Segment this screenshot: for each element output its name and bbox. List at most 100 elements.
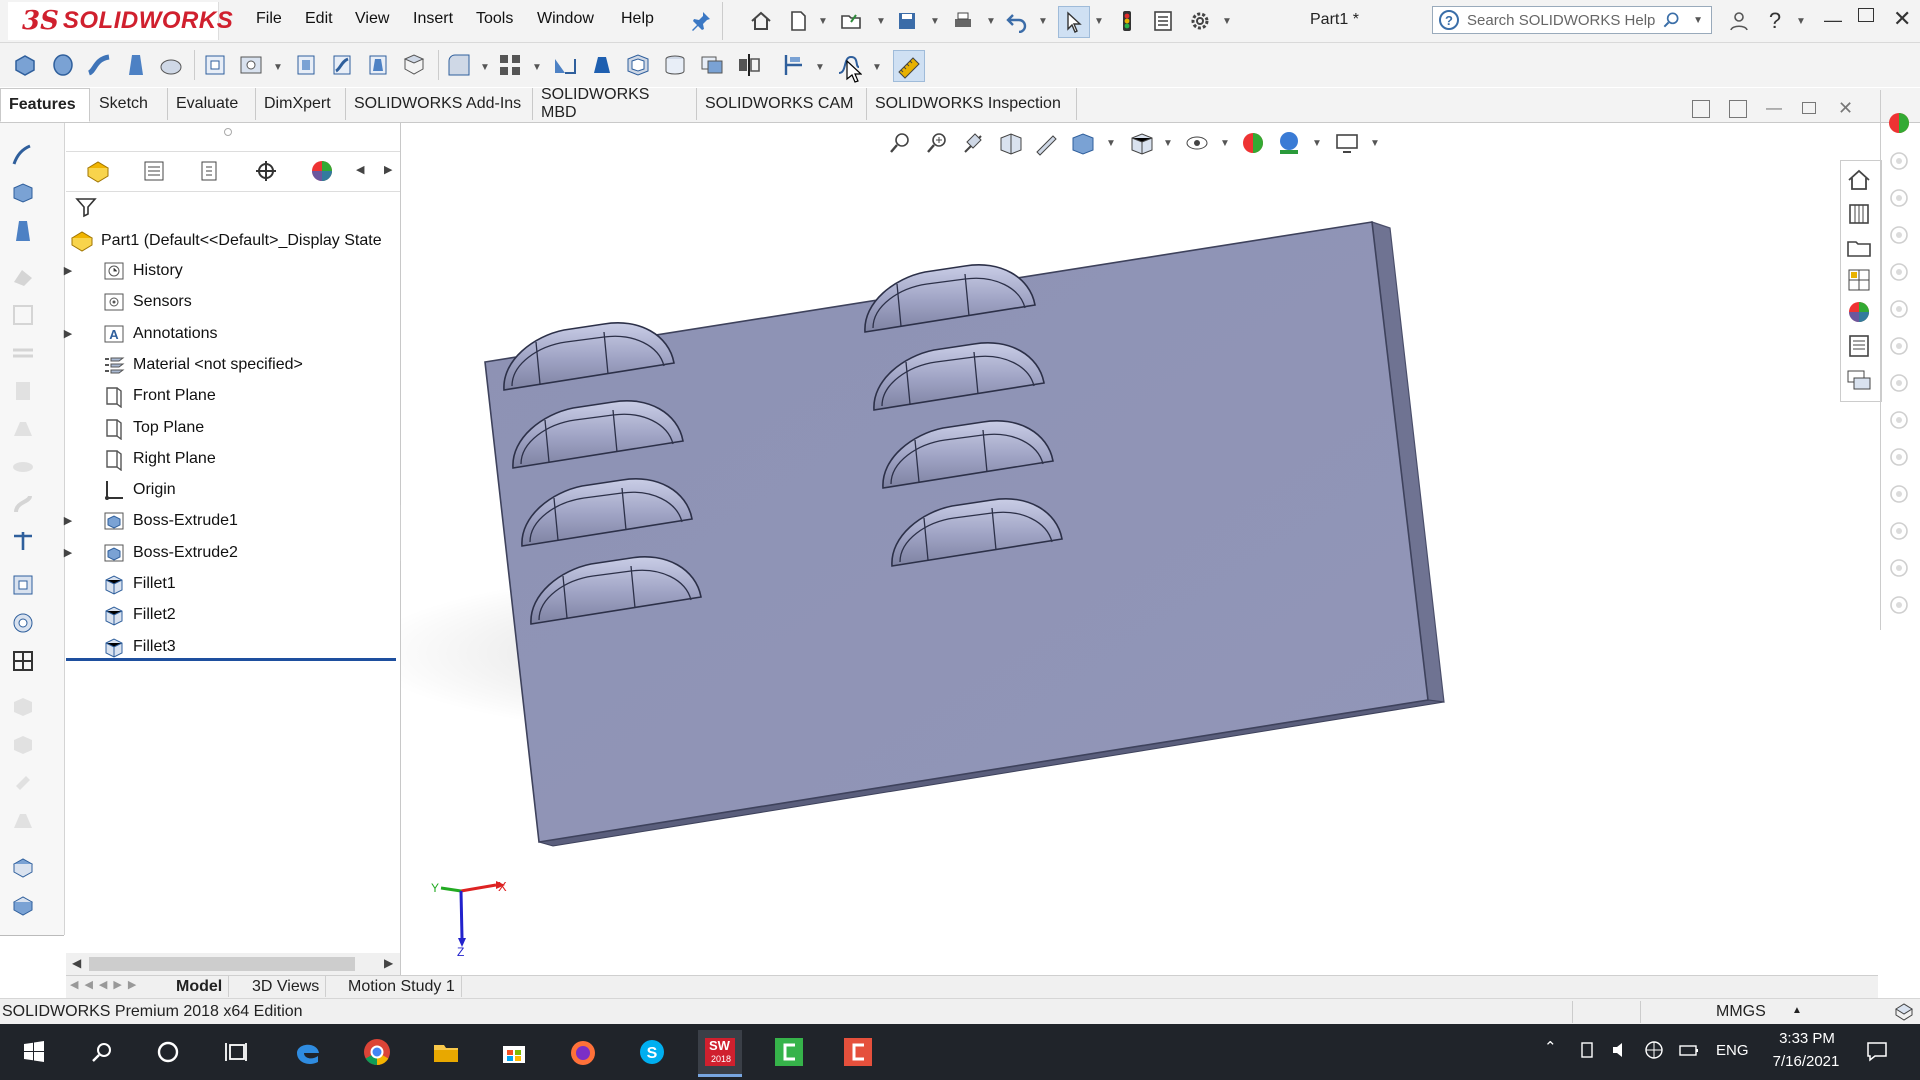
- rebuild-traffic-light-icon[interactable]: [1114, 8, 1140, 34]
- show-hidden-icons-icon[interactable]: ⌃: [1544, 1038, 1557, 1056]
- tree-item[interactable]: Fillet3: [66, 632, 400, 662]
- filter-input[interactable]: [106, 195, 396, 221]
- solidworks-logo[interactable]: 3S SOLIDWORKS: [8, 2, 233, 40]
- extruded-cut-icon[interactable]: [200, 50, 230, 80]
- tree-item[interactable]: ▶ History: [64, 256, 400, 286]
- open-dropdown-caret-icon[interactable]: ▼: [876, 16, 886, 27]
- intersect-icon[interactable]: [697, 50, 727, 80]
- previous-view-icon[interactable]: [961, 130, 987, 160]
- menu-view[interactable]: View: [355, 10, 389, 28]
- reference-geometry-icon[interactable]: [779, 50, 809, 80]
- camtasia-green-icon[interactable]: [767, 1030, 811, 1074]
- featuremanager-tab-icon[interactable]: [78, 153, 118, 189]
- zoom-to-fit-icon[interactable]: [888, 130, 914, 160]
- shell-shortcut-icon[interactable]: [8, 570, 38, 600]
- tree-horizontal-scrollbar[interactable]: ◀ ▶: [66, 953, 400, 975]
- tab-solidworks-mbd[interactable]: SOLIDWORKS MBD: [533, 86, 697, 121]
- clock-time[interactable]: 3:33 PM: [1772, 1030, 1842, 1047]
- volume-icon[interactable]: [1610, 1040, 1630, 1064]
- file-explorer-icon[interactable]: [1845, 234, 1873, 266]
- extruded-boss-icon[interactable]: [10, 50, 40, 80]
- tree-item[interactable]: Right Plane: [66, 444, 400, 474]
- tree-item[interactable]: Material <not specified>: [66, 350, 400, 380]
- tree-item[interactable]: Sensors: [66, 287, 400, 317]
- doc-close-icon[interactable]: ✕: [1838, 98, 1853, 119]
- file-explorer-taskbar-icon[interactable]: [424, 1030, 468, 1074]
- view-orientation-icon[interactable]: [1069, 130, 1095, 160]
- save-icon[interactable]: [894, 8, 920, 34]
- task-view-icon[interactable]: [214, 1030, 258, 1074]
- dynamic-annotation-icon[interactable]: [1033, 130, 1059, 160]
- swept-boss-icon[interactable]: [84, 50, 114, 80]
- hole-dropdown-caret-icon[interactable]: ▼: [273, 62, 283, 73]
- chrome-icon[interactable]: [355, 1030, 399, 1074]
- tab-scroll-left-icon[interactable]: ◀: [356, 163, 364, 176]
- tab-dimxpert[interactable]: DimXpert: [256, 88, 346, 120]
- tree-item[interactable]: Fillet2: [66, 600, 400, 630]
- propertymanager-tab-icon[interactable]: [134, 153, 174, 189]
- save-dropdown-caret-icon[interactable]: ▼: [930, 16, 940, 27]
- units-selector[interactable]: MMGS: [1716, 1003, 1766, 1021]
- solidworks-resources-icon[interactable]: [1845, 166, 1873, 198]
- search-taskbar-icon[interactable]: [80, 1030, 124, 1074]
- search-magnifier-icon[interactable]: [1661, 10, 1681, 34]
- doc-minimize-icon[interactable]: —: [1766, 100, 1782, 118]
- select-arrow-icon[interactable]: [1058, 6, 1090, 38]
- sketch-shortcut-icon[interactable]: [8, 140, 38, 170]
- print-icon[interactable]: [950, 8, 976, 34]
- tab-scroll-right-icon[interactable]: ▶: [384, 163, 392, 176]
- minimize-icon[interactable]: —: [1824, 10, 1842, 31]
- close-icon[interactable]: ✕: [1893, 6, 1911, 32]
- tree-expand-arrow-icon[interactable]: ▶: [62, 546, 74, 559]
- curves-dropdown-caret-icon[interactable]: ▼: [872, 62, 882, 73]
- help-dropdown-caret-icon[interactable]: ▼: [1796, 16, 1806, 27]
- custom-properties-icon[interactable]: [1845, 332, 1873, 364]
- new-document-icon[interactable]: [785, 8, 811, 34]
- tree-item[interactable]: ▶ A Annotations: [64, 319, 400, 349]
- sheet-metal-shortcut-icon[interactable]: [8, 852, 38, 882]
- view-orientation-dropdown-caret-icon[interactable]: ▼: [1106, 138, 1116, 149]
- undo-icon[interactable]: [1004, 8, 1030, 34]
- filter-icon[interactable]: [74, 195, 98, 223]
- section-view-icon[interactable]: [997, 130, 1023, 160]
- file-properties-icon[interactable]: [1150, 8, 1176, 34]
- options-dropdown-caret-icon[interactable]: ▼: [1222, 16, 1232, 27]
- weldments-shortcut-icon[interactable]: [8, 890, 38, 920]
- camtasia-recorder-icon[interactable]: [836, 1030, 880, 1074]
- tab-motion-study[interactable]: Motion Study 1: [342, 976, 462, 997]
- menu-file[interactable]: File: [256, 10, 282, 28]
- rib-icon[interactable]: [550, 50, 580, 80]
- edit-appearance-icon[interactable]: [1240, 130, 1266, 160]
- lofted-cut-icon[interactable]: [363, 50, 393, 80]
- select-dropdown-caret-icon[interactable]: ▼: [1094, 16, 1104, 27]
- reference-dropdown-caret-icon[interactable]: ▼: [815, 62, 825, 73]
- revolved-cut-icon[interactable]: [291, 50, 321, 80]
- menu-tools[interactable]: Tools: [476, 10, 513, 28]
- tree-root-part[interactable]: Part1 (Default<<Default>_Display State: [66, 226, 400, 256]
- hide-show-dropdown-caret-icon[interactable]: ▼: [1220, 138, 1230, 149]
- help-icon[interactable]: ?: [1762, 8, 1788, 34]
- revolved-boss-icon[interactable]: [48, 50, 78, 80]
- tab-3d-views[interactable]: 3D Views: [246, 976, 327, 997]
- menu-edit[interactable]: Edit: [305, 10, 333, 28]
- tab-evaluate[interactable]: Evaluate: [168, 88, 256, 120]
- appearances-scenes-icon[interactable]: [1845, 298, 1873, 330]
- scroll-thumb[interactable]: [89, 957, 355, 971]
- battery-icon[interactable]: [1678, 1040, 1700, 1064]
- boundary-cut-icon[interactable]: [399, 50, 429, 80]
- solidworks-taskbar-icon[interactable]: SW 2018: [698, 1030, 742, 1077]
- tab-sketch[interactable]: Sketch: [91, 88, 168, 120]
- tab-solidworks-cam[interactable]: SOLIDWORKS CAM: [697, 88, 867, 120]
- dimxpertmanager-tab-icon[interactable]: [246, 153, 286, 189]
- menu-window[interactable]: Window: [537, 10, 594, 28]
- action-center-icon[interactable]: [1866, 1040, 1888, 1066]
- tile-left-icon[interactable]: [1692, 100, 1710, 118]
- print-dropdown-caret-icon[interactable]: ▼: [986, 16, 996, 27]
- pin-icon[interactable]: [688, 8, 714, 34]
- displaymanager-tab-icon[interactable]: [302, 153, 342, 189]
- open-folder-icon[interactable]: [838, 8, 864, 34]
- apply-scene-icon[interactable]: [1276, 130, 1302, 160]
- scroll-left-icon[interactable]: ◀: [72, 956, 81, 970]
- edge-browser-icon[interactable]: [286, 1030, 330, 1074]
- loft-shortcut-icon[interactable]: [8, 216, 38, 246]
